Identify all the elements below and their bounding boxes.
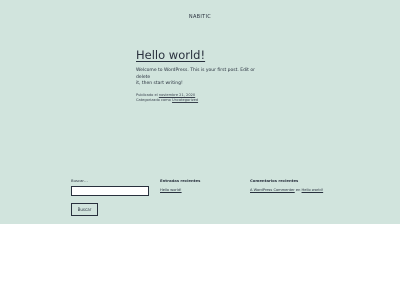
post-meta: Publicado el noviembre 21, 2020 Categori…	[136, 93, 198, 103]
comment-connector: en	[295, 188, 301, 192]
published-prefix: Publicado el	[136, 93, 158, 97]
recent-posts-widget: Entradas recientes	[160, 178, 200, 183]
post-category: Categorizado como Uncategorized	[136, 98, 198, 103]
search-widget: Buscar…	[71, 178, 88, 183]
post-content: Welcome to WordPress. This is your first…	[136, 68, 268, 88]
recent-comments-widget: Comentarios recientes	[250, 178, 298, 183]
category-link[interactable]: Uncategorized	[172, 98, 198, 102]
comment-post-link[interactable]: Hello world!	[302, 188, 324, 192]
recent-comments-title: Comentarios recientes	[250, 178, 299, 183]
search-label: Buscar…	[71, 178, 88, 183]
search-input[interactable]	[71, 186, 149, 196]
site-title[interactable]: NABITIC	[0, 14, 400, 20]
recent-posts-title: Entradas recientes	[160, 178, 201, 183]
page-bottom-area	[0, 224, 400, 300]
post-content-line-2: it, then start writing!	[136, 81, 183, 86]
search-button[interactable]: Buscar	[71, 203, 98, 216]
post-content-line-1: Welcome to WordPress. This is your first…	[136, 68, 255, 80]
comment-author-link[interactable]: A WordPress Commenter	[250, 188, 295, 192]
page-background: NABITIC Hello world! Welcome to WordPres…	[0, 0, 400, 224]
post-title[interactable]: Hello world!	[136, 48, 205, 62]
recent-post-link[interactable]: Hello world!	[160, 188, 182, 192]
category-prefix: Categorizado como	[136, 98, 171, 102]
published-date-link[interactable]: noviembre 21, 2020	[159, 93, 195, 97]
recent-comment-item: A WordPress Commenter en Hello world!	[250, 188, 323, 192]
